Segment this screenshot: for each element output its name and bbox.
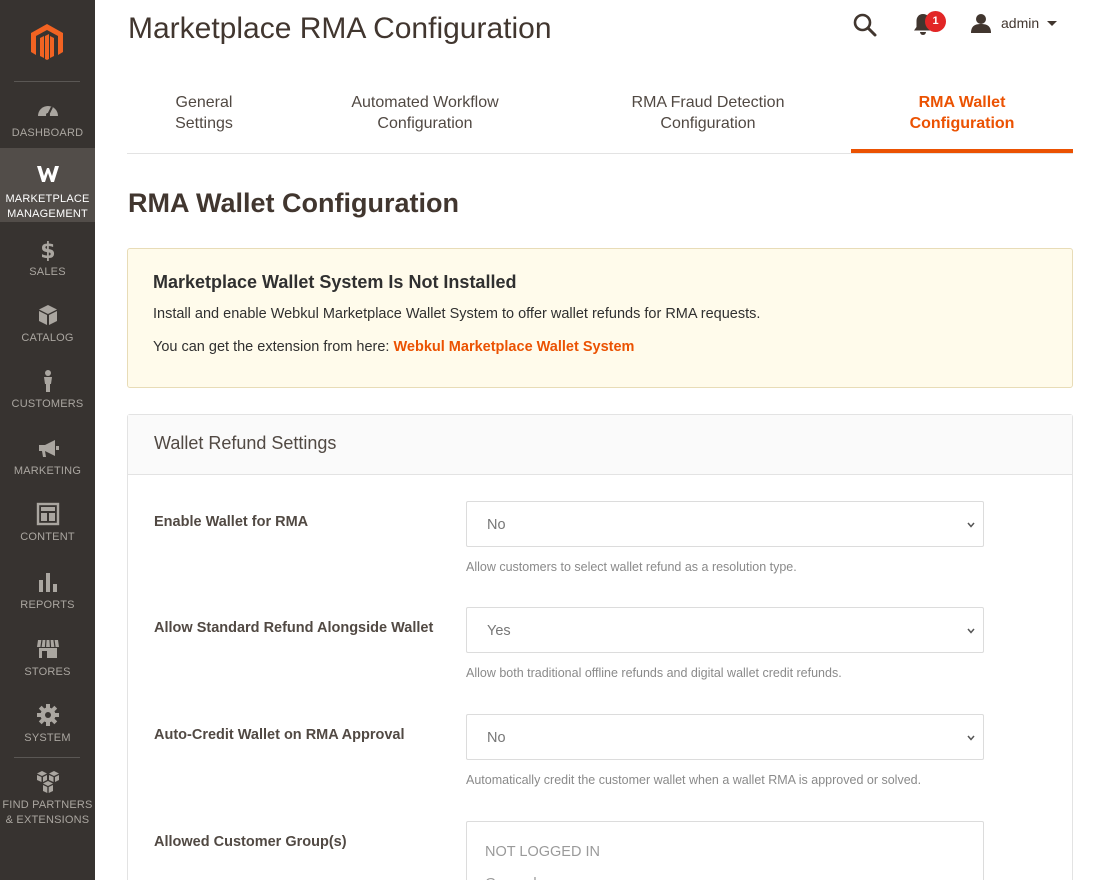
tab-automated-workflow[interactable]: Automated Workflow Configuration	[321, 92, 529, 134]
field-label-auto-credit: Auto-Credit Wallet on RMA Approval	[154, 727, 405, 743]
tab-rma-wallet[interactable]: RMA Wallet Configuration	[851, 92, 1073, 134]
sidebar-item-customers[interactable]: CUSTOMERS	[0, 369, 95, 413]
sidebar-item-label: MANAGEMENT	[7, 208, 88, 220]
select-value: No	[487, 517, 506, 533]
active-tab-indicator	[851, 149, 1073, 153]
field-hint: Allow customers to select wallet refund …	[466, 560, 797, 574]
dashboard-icon	[37, 106, 58, 117]
magento-logo-icon[interactable]	[27, 22, 67, 62]
sidebar-item-label: CONTENT	[20, 531, 75, 543]
sidebar-item-label: & EXTENSIONS	[5, 814, 90, 826]
tab-label: Settings	[175, 115, 233, 132]
auto-credit-select[interactable]: No	[466, 714, 984, 760]
chevron-down-icon	[967, 735, 975, 741]
sidebar-item-content[interactable]: CONTENT	[0, 502, 95, 546]
notice-link-prefix: You can get the extension from here:	[153, 339, 394, 355]
svg-text:$: $	[40, 239, 56, 261]
sidebar-item-label: REPORTS	[20, 599, 75, 611]
wallet-refund-settings-card: Wallet Refund Settings Enable Wallet for…	[127, 414, 1073, 880]
warning-notice: Marketplace Wallet System Is Not Install…	[127, 248, 1073, 388]
tab-label: Configuration	[660, 115, 756, 132]
storefront-icon	[36, 639, 59, 658]
search-icon[interactable]	[852, 12, 878, 38]
customer-group-option[interactable]: General	[485, 868, 965, 880]
dollar-icon: $	[40, 239, 56, 261]
tab-rma-fraud-detection[interactable]: RMA Fraud Detection Configuration	[605, 92, 811, 134]
sidebar-divider	[14, 757, 80, 758]
sidebar-item-label: DASHBOARD	[11, 127, 84, 139]
sidebar-item-label: SALES	[29, 266, 66, 278]
sidebar-item-label: CATALOG	[21, 332, 74, 344]
sidebar-item-label: STORES	[24, 666, 71, 678]
sidebar-item-label: SYSTEM	[24, 732, 71, 744]
notice-title: Marketplace Wallet System Is Not Install…	[153, 272, 517, 292]
sidebar-divider	[14, 81, 80, 82]
sidebar-item-label: MARKETING	[13, 465, 82, 477]
sidebar-item-find-partners[interactable]: FIND PARTNERS & EXTENSIONS	[0, 770, 95, 828]
select-value: Yes	[487, 623, 511, 639]
sidebar-item-label: MARKETPLACE	[5, 193, 90, 205]
field-hint: Automatically credit the customer wallet…	[466, 773, 922, 787]
tab-label: General	[175, 94, 233, 111]
user-icon	[971, 14, 991, 33]
sidebar-item-catalog[interactable]: CATALOG	[0, 303, 95, 347]
sidebar-item-reports[interactable]: REPORTS	[0, 570, 95, 614]
notice-link-line: You can get the extension from here: Web…	[153, 337, 1047, 357]
sidebar-item-marketplace-management[interactable]: MARKETPLACE MANAGEMENT	[0, 148, 95, 222]
notice-body: Install and enable Webkul Marketplace Wa…	[153, 306, 761, 322]
tab-general-settings[interactable]: General Settings	[151, 92, 257, 134]
layout-icon	[36, 502, 59, 526]
tab-label: RMA Wallet	[918, 94, 1006, 111]
sidebar-item-dashboard[interactable]: DASHBOARD	[0, 98, 95, 142]
customer-group-option[interactable]: NOT LOGGED IN	[485, 836, 965, 868]
chevron-down-icon	[967, 522, 975, 528]
page-title: Marketplace RMA Configuration	[128, 12, 552, 45]
bar-chart-icon	[38, 573, 57, 592]
field-label-allow-standard-refund: Allow Standard Refund Alongside Wallet	[154, 620, 434, 636]
boxes-icon	[36, 771, 59, 793]
wallet-extension-link[interactable]: Webkul Marketplace Wallet System	[393, 339, 634, 355]
sidebar-item-marketing[interactable]: MARKETING	[0, 436, 95, 480]
enable-wallet-select[interactable]: No	[466, 501, 984, 547]
customer-groups-multiselect[interactable]: NOT LOGGED IN General	[466, 821, 984, 880]
sidebar-item-system[interactable]: SYSTEM	[0, 703, 95, 747]
sidebar-item-label: FIND PARTNERS	[2, 799, 93, 811]
allow-standard-refund-select[interactable]: Yes	[466, 607, 984, 653]
notification-count-badge[interactable]: 1	[925, 11, 946, 32]
chevron-down-icon	[1047, 20, 1058, 26]
tab-label: Configuration	[377, 115, 473, 132]
select-value: No	[487, 730, 506, 746]
tab-label: RMA Fraud Detection	[631, 94, 785, 111]
megaphone-icon	[38, 440, 59, 457]
gear-icon	[36, 704, 59, 726]
user-menu[interactable]: admin	[971, 12, 1058, 34]
sidebar-item-label: CUSTOMERS	[11, 398, 84, 410]
sidebar-item-sales[interactable]: $ SALES	[0, 237, 95, 281]
config-tabs: General Settings Automated Workflow Conf…	[127, 82, 1073, 154]
webkul-icon	[36, 166, 59, 182]
section-title: RMA Wallet Configuration	[128, 188, 459, 218]
field-label-customer-groups: Allowed Customer Group(s)	[154, 834, 347, 850]
admin-sidebar: DASHBOARD MARKETPLACE MANAGEMENT $ SALES…	[0, 0, 95, 880]
chevron-down-icon	[967, 628, 975, 634]
field-hint: Allow both traditional offline refunds a…	[466, 666, 842, 680]
user-name: admin	[1001, 15, 1040, 31]
tab-label: Automated Workflow	[351, 94, 499, 111]
sidebar-item-stores[interactable]: STORES	[0, 637, 95, 681]
tab-label: Configuration	[909, 115, 1015, 132]
field-label-enable-wallet: Enable Wallet for RMA	[154, 514, 309, 530]
cube-icon	[38, 305, 57, 325]
person-icon	[43, 370, 52, 392]
card-title[interactable]: Wallet Refund Settings	[128, 415, 1072, 475]
